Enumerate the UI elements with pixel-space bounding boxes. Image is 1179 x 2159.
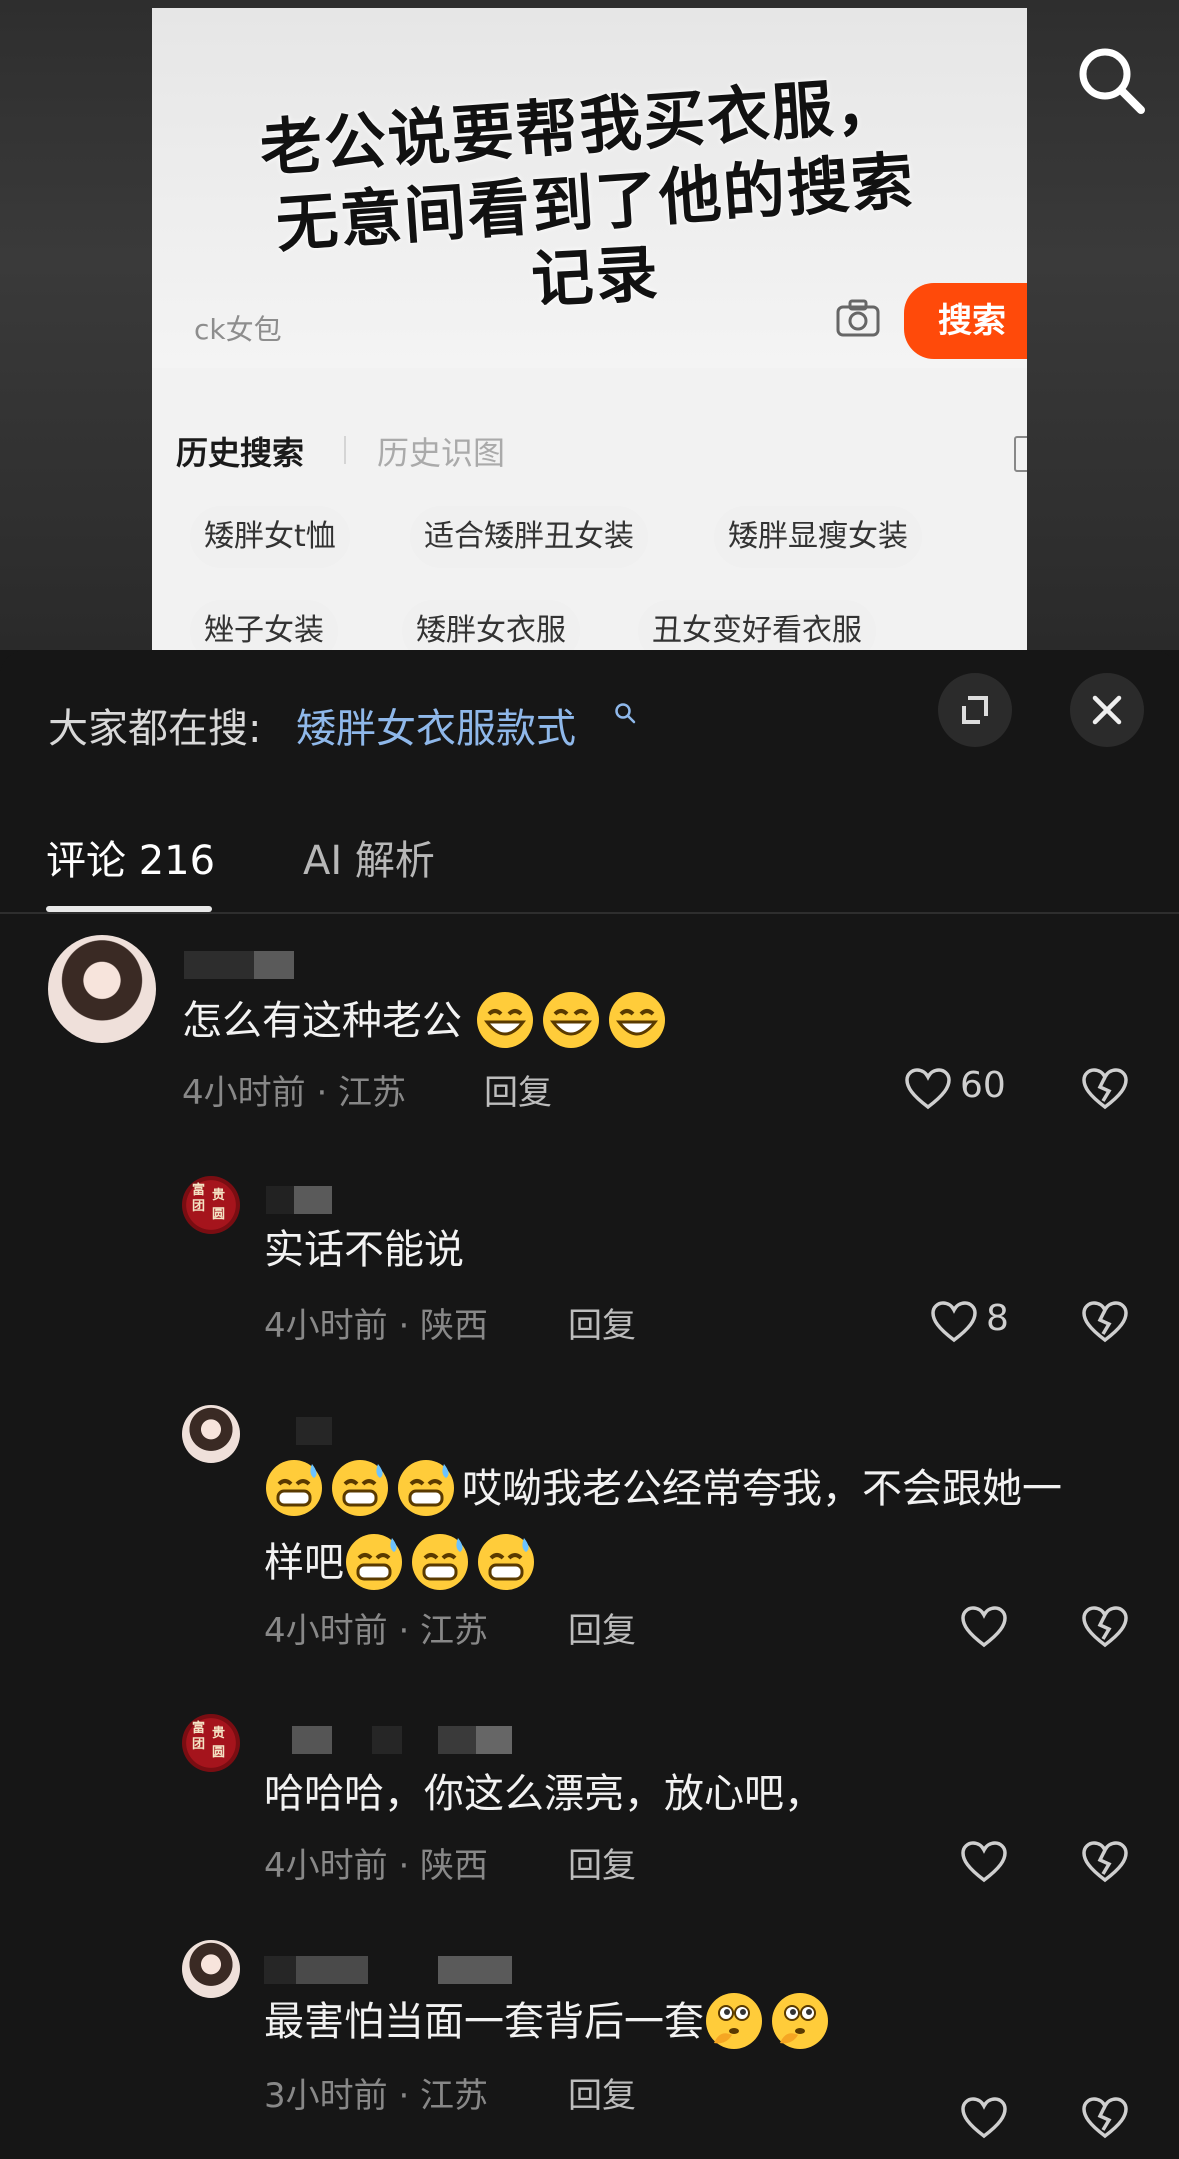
comment-text: 实话不能说 <box>264 1227 464 1273</box>
comment-text-content: 样吧 <box>264 1540 344 1586</box>
search-icon <box>615 703 636 724</box>
seal-char: 贵 <box>212 1726 226 1741</box>
video-background: 老公说要帮我买衣服， 无意间看到了他的搜索 记录 ck女包 搜索 历史搜索 历史… <box>0 0 1179 650</box>
seal-char: 富 <box>192 1721 206 1736</box>
reply-button[interactable]: 回复 <box>484 1065 552 1114</box>
reply-button[interactable]: 回复 <box>568 1603 636 1652</box>
seal-char: 团 <box>192 1737 206 1752</box>
comment-text-content: 最害怕当面一套背后一套 <box>264 1999 704 2045</box>
comment-time-location: 4小时前 · 陕西 <box>264 1846 489 1886</box>
reply-button[interactable]: 回复 <box>568 1298 636 1347</box>
comment-time-location: 4小时前 · 江苏 <box>182 1073 407 1113</box>
divider <box>344 436 346 464</box>
grinning-sweat-emoji <box>478 1534 534 1590</box>
avatar[interactable] <box>182 1940 240 1998</box>
trash-icon <box>1014 436 1027 472</box>
dislike-broken-heart-icon[interactable] <box>1080 1840 1130 1884</box>
history-chip: 矬子女装 <box>190 600 338 650</box>
dislike-broken-heart-icon[interactable] <box>1080 2096 1130 2140</box>
seal-char: 贵 <box>212 1188 226 1203</box>
search-icon[interactable] <box>1071 40 1151 120</box>
reply-button[interactable]: 回复 <box>568 1838 636 1887</box>
comment-time-location: 4小时前 · 陕西 <box>264 1306 489 1346</box>
grinning-face-emoji <box>608 992 665 1048</box>
avatar[interactable]: 富 贵 团 圆 <box>182 1714 240 1772</box>
close-icon <box>1092 695 1122 725</box>
tab-ai-analysis[interactable]: AI 解析 <box>303 828 435 886</box>
like-heart-icon[interactable] <box>960 1840 1008 1884</box>
emoji-row <box>462 992 673 1048</box>
tab-comments[interactable]: 评论 216 <box>46 828 215 886</box>
comment-item: 怎么有这种老公 4小时前 · 江苏 回复 60 <box>0 935 1179 1135</box>
comment-text: 哈哈哈，你这么漂亮，放心吧， <box>264 1771 824 1817</box>
comment-text: 怎么有这种老公 <box>182 985 673 1057</box>
everyone-searching-query-link[interactable]: 矮胖女衣服款式 <box>296 696 576 754</box>
history-chip: 矮胖女t恤 <box>190 506 350 568</box>
history-chip: 丑女变好看衣服 <box>638 600 876 650</box>
comment-text-line-2: 样吧 <box>264 1527 542 1599</box>
thinking-face-emoji <box>772 1993 828 2049</box>
dislike-broken-heart-icon[interactable] <box>1080 1300 1130 1344</box>
grinning-sweat-emoji <box>398 1460 454 1516</box>
comment-text-content: 哎呦我老公经常夸我，不会跟她一 <box>462 1466 1062 1512</box>
screenshot-search-query: ck女包 <box>194 313 282 346</box>
seal-char: 圆 <box>212 1745 226 1760</box>
grinning-sweat-emoji <box>266 1460 322 1516</box>
reply-item: 富 贵 团 圆 哈哈哈，你这么漂亮，放心吧， 4小时前 · 陕西 回复 <box>0 1708 1179 1908</box>
sheet-header: 大家都在搜: 矮胖女衣服款式 <box>0 650 1179 770</box>
username-blurred <box>266 1186 332 1214</box>
grinning-face-emoji <box>476 992 533 1048</box>
like-count: 8 <box>986 1298 1009 1339</box>
username-blurred <box>296 1417 332 1445</box>
username-blurred <box>184 951 294 979</box>
username-blurred <box>264 1956 512 1984</box>
like-heart-icon[interactable] <box>960 2096 1008 2140</box>
close-button[interactable] <box>1070 673 1144 747</box>
avatar[interactable] <box>48 935 156 1043</box>
comment-text-line-1: 哎呦我老公经常夸我，不会跟她一 <box>264 1453 1062 1525</box>
grinning-sweat-emoji <box>346 1534 402 1590</box>
comment-sheet: 大家都在搜: 矮胖女衣服款式 评论 216 AI 解析 怎么有这种老公 4小时前… <box>0 650 1179 2159</box>
divider <box>0 912 1179 914</box>
expand-button[interactable] <box>938 673 1012 747</box>
comment-time-location: 4小时前 · 江苏 <box>264 1611 489 1651</box>
dislike-broken-heart-icon[interactable] <box>1080 1067 1130 1111</box>
like-heart-icon[interactable] <box>930 1300 978 1344</box>
grinning-face-emoji <box>542 992 599 1048</box>
reply-button[interactable]: 回复 <box>568 2068 636 2117</box>
like-heart-icon[interactable] <box>904 1067 952 1111</box>
reply-item: 最害怕当面一套背后一套 3小时前 · 江苏 回复 <box>0 1940 1179 2159</box>
dislike-broken-heart-icon[interactable] <box>1080 1605 1130 1649</box>
seal-char: 圆 <box>212 1207 226 1222</box>
thinking-face-emoji <box>706 1993 762 2049</box>
history-chip: 适合矮胖丑女装 <box>410 506 648 568</box>
screenshot-search-button: 搜索 <box>904 283 1027 359</box>
camera-icon <box>836 299 880 337</box>
history-chip: 矮胖女衣服 <box>402 600 580 650</box>
grinning-sweat-emoji <box>332 1460 388 1516</box>
reply-item: 富 贵 团 圆 实话不能说 4小时前 · 陕西 回复 8 <box>0 1170 1179 1370</box>
screenshot-image-history-tab: 历史识图 <box>377 434 506 472</box>
avatar[interactable]: 富 贵 团 圆 <box>182 1176 240 1234</box>
seal-char: 富 <box>192 1183 206 1198</box>
username-blurred <box>292 1726 512 1754</box>
screenshot-history-tab: 历史搜索 <box>176 434 305 472</box>
seal-char: 团 <box>192 1199 206 1214</box>
avatar[interactable] <box>182 1405 240 1463</box>
everyone-searching-label: 大家都在搜: <box>48 706 262 752</box>
like-heart-icon[interactable] <box>960 1605 1008 1649</box>
reply-item: 哎呦我老公经常夸我，不会跟她一 样吧 4小时前 · 江苏 回复 <box>0 1405 1179 1651</box>
comment-text: 最害怕当面一套背后一套 <box>264 1986 836 2058</box>
comment-time-location: 3小时前 · 江苏 <box>264 2076 489 2116</box>
comment-text-content: 怎么有这种老公 <box>182 998 462 1044</box>
expand-icon <box>962 696 988 724</box>
video-frame-screenshot: 老公说要帮我买衣服， 无意间看到了他的搜索 记录 ck女包 搜索 历史搜索 历史… <box>152 8 1027 650</box>
like-count: 60 <box>960 1065 1006 1106</box>
history-chip: 矮胖显瘦女装 <box>714 506 922 568</box>
grinning-sweat-emoji <box>412 1534 468 1590</box>
